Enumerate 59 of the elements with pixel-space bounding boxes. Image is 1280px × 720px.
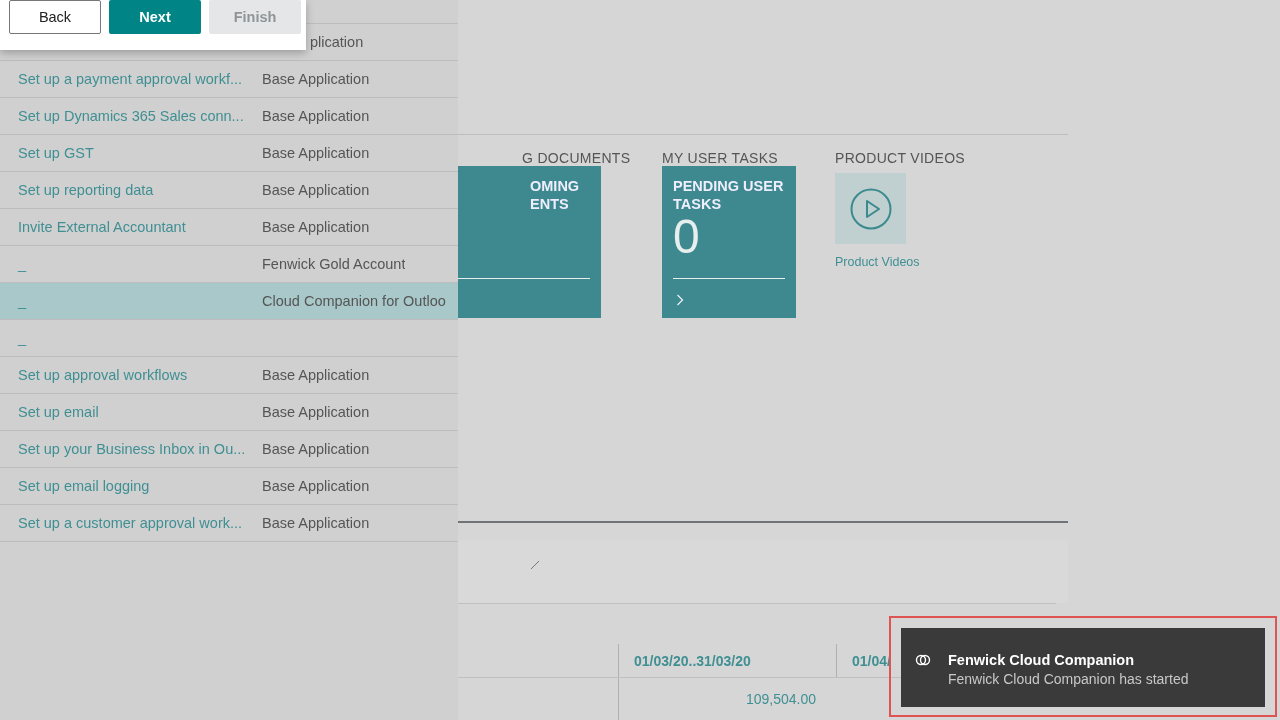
app-name: Base Application <box>262 108 370 124</box>
setup-link[interactable]: Set up a payment approval workf... <box>18 71 243 87</box>
wizard-button[interactable]: Back <box>9 0 101 34</box>
app-name: Base Application <box>262 404 370 420</box>
setup-row[interactable]: Set up reporting data Base Application <box>0 171 458 208</box>
section-heading: G DOCUMENTS <box>521 150 632 166</box>
play-icon <box>849 187 892 230</box>
section-heading: MY USER TASKS <box>662 150 779 166</box>
app-name: Base Application <box>262 145 370 161</box>
wizard-button[interactable]: Next <box>109 0 201 34</box>
setup-link[interactable]: Set up email logging <box>18 478 150 494</box>
setup-row[interactable]: Set up approval workflows Base Application <box>0 356 458 393</box>
column-header[interactable]: 01/04/ <box>852 652 891 669</box>
linked-rings-icon <box>915 653 931 667</box>
table-cell: 109,504.00 <box>745 691 816 707</box>
setup-row[interactable]: Set up your Business Inbox in Ou... Base Application <box>0 430 458 467</box>
setup-row[interactable]: _ Cloud Companion for Outloo <box>0 282 458 319</box>
video-tile[interactable] <box>835 173 906 244</box>
setup-link[interactable]: _ <box>18 330 27 346</box>
tile-title: OMING ENTS <box>530 177 581 213</box>
tile-title: PENDING USER TASKS <box>673 177 785 213</box>
setup-row[interactable]: Set up a payment approval workf... Base Application <box>0 60 458 97</box>
setup-row[interactable]: _ <box>0 319 458 356</box>
setup-link[interactable]: _ <box>18 293 27 309</box>
setup-link[interactable]: Set up Dynamics 365 Sales conn... <box>18 108 244 124</box>
setup-row[interactable]: Set up Dynamics 365 Sales conn... Base Application <box>0 97 458 134</box>
setup-row[interactable]: Set up email Base Application <box>0 393 458 430</box>
app-name: Base Application <box>262 367 370 383</box>
app-name: Base Application <box>262 441 370 457</box>
column-header[interactable]: 01/03/20..31/03/20 <box>634 652 751 669</box>
app-name: Base Application <box>262 219 370 235</box>
setup-link[interactable]: Set up reporting data <box>18 182 154 198</box>
toast-message: Fenwick Cloud Companion has started <box>948 671 1189 687</box>
app-name: Cloud Companion for Outloo <box>262 293 446 309</box>
app-name: Base Application <box>262 515 370 531</box>
setup-row[interactable]: Set up GST Base Application <box>0 134 458 171</box>
setup-link[interactable]: Set up email <box>18 404 99 420</box>
app-name: Fenwick Gold Account <box>262 256 406 272</box>
section-heading: PRODUCT VIDEOS <box>835 150 966 168</box>
setup-link[interactable]: Set up GST <box>18 145 94 161</box>
toast-title: Fenwick Cloud Companion <box>948 652 1136 668</box>
setup-row[interactable]: Set up a customer approval work... Base Application <box>0 504 458 542</box>
cue-tile[interactable]: OMING ENTS <box>458 166 601 318</box>
setup-link[interactable]: _ <box>18 256 27 272</box>
app-name: Base Application <box>262 478 370 494</box>
app-name: Base Application <box>262 71 370 87</box>
notification-toast[interactable]: Fenwick Cloud Companion Fenwick Cloud Companion has started <box>901 628 1265 707</box>
setup-link[interactable]: Set up a customer approval work... <box>18 515 243 531</box>
chevron-icon <box>676 294 684 306</box>
setup-row[interactable]: Invite External Accountant Base Application <box>0 208 458 245</box>
app-name: Base Application <box>262 182 370 198</box>
cue-tile[interactable]: PENDING USER TASKS 0 <box>662 166 796 318</box>
tile-value: 0 <box>673 213 700 261</box>
setup-link[interactable]: Invite External Accountant <box>18 219 186 235</box>
setup-link[interactable]: Set up approval workflows <box>18 367 188 383</box>
setup-link[interactable]: Set up your Business Inbox in Ou... <box>18 441 246 457</box>
setup-row[interactable]: Set up email logging Base Application <box>0 467 458 504</box>
app-name: plication <box>310 34 364 50</box>
video-link[interactable]: Product Videos <box>835 255 920 269</box>
